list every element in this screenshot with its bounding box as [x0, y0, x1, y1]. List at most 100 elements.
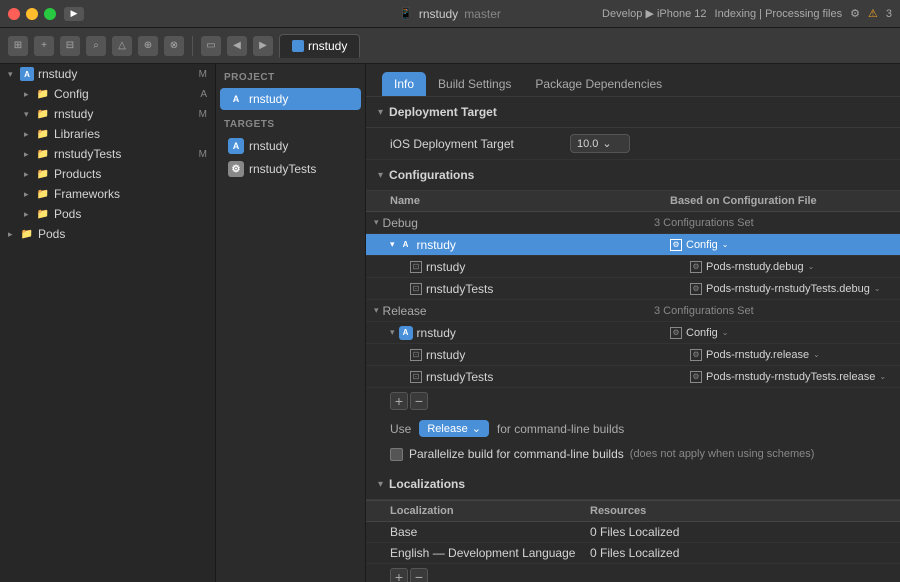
name-column-header: Name [390, 195, 670, 207]
based-on-column-header: Based on Configuration File [670, 195, 876, 207]
active-file-tab[interactable]: rnstudy [279, 34, 360, 58]
sidebar-item-products[interactable]: ▸ 📁 Products [0, 164, 215, 184]
sidebar-item-pods-root[interactable]: ▸ 📁 Pods [0, 224, 215, 244]
nav-item-rnstudy-target[interactable]: A rnstudy [220, 135, 361, 157]
remove-localization-button[interactable]: − [410, 568, 428, 582]
folder-icon: 📁 [36, 167, 50, 181]
project-navigator: PROJECT A rnstudy TARGETS A rnstudy ⚙ rn… [216, 64, 366, 582]
ios-version-dropdown[interactable]: 10.0 ⌄ [570, 134, 630, 153]
deployment-section-title: Deployment Target [389, 105, 497, 119]
config-row-release-rnstudytests-file: ⊡ rnstudyTests ⚙ Pods-rnstudy-rnstudyTes… [366, 366, 900, 388]
folder-icon: 📁 [20, 227, 34, 241]
file-tab-icon [292, 40, 304, 52]
sidebar-item-frameworks[interactable]: ▸ 📁 Frameworks [0, 184, 215, 204]
sidebar-item-libraries[interactable]: ▸ 📁 Libraries [0, 124, 215, 144]
section-chevron-icon: ▾ [378, 170, 383, 181]
file-icon: ⊡ [410, 371, 422, 383]
chevron-down-icon: ⌄ [722, 240, 729, 249]
project-icon: A [20, 67, 34, 81]
minimize-button[interactable] [26, 8, 38, 20]
remove-configuration-button[interactable]: − [410, 392, 428, 410]
config-file-icon: ⚙ [670, 327, 682, 339]
config-row-debug-section: ▾ Debug 3 Configurations Set [366, 212, 900, 234]
chevron-down-icon: ▾ [8, 69, 20, 80]
sidebar-item-pods-nested[interactable]: ▸ 📁 Pods [0, 204, 215, 224]
ios-deployment-target-row: iOS Deployment Target 10.0 ⌄ [366, 128, 900, 160]
config-file-icon: ⚙ [690, 261, 702, 273]
hierarchy-icon[interactable]: ⊕ [138, 36, 158, 56]
config-row-release-rnstudy-file: ⊡ rnstudy ⚙ Pods-rnstudy.release ⌄ [366, 344, 900, 366]
chevron-down-icon: ⌄ [472, 422, 481, 435]
close-button[interactable] [8, 8, 20, 20]
tab-build-settings[interactable]: Build Settings [426, 72, 523, 96]
sidebar-item-rnstudy[interactable]: ▾ 📁 rnstudy M [0, 104, 215, 124]
add-configuration-button[interactable]: + [390, 392, 408, 410]
config-file-icon: ⚙ [690, 371, 702, 383]
sidebar-item-rnstudy-root[interactable]: ▾ A rnstudy M [0, 64, 215, 84]
rect-icon[interactable]: ▭ [201, 36, 221, 56]
localizations-header[interactable]: ▾ Localizations [366, 469, 900, 500]
chevron-right-icon: ▸ [24, 149, 36, 160]
file-icon: ⊡ [410, 283, 422, 295]
chevron-down-icon: ⌄ [602, 137, 611, 150]
tab-info[interactable]: Info [382, 72, 426, 96]
section-chevron-icon: ▾ [378, 479, 383, 490]
chevron-down-icon: ▾ [24, 109, 36, 120]
main-layout: ▾ A rnstudy M ▸ 📁 Config A ▾ 📁 rnstudy M… [0, 64, 900, 582]
search-icon[interactable]: ⌕ [86, 36, 106, 56]
chevron-down-icon: ⌄ [808, 262, 815, 271]
chevron-down-icon: ⌄ [813, 350, 820, 359]
folder-icon: 📁 [36, 187, 50, 201]
nav-item-project[interactable]: A rnstudy [220, 88, 361, 110]
warning-count: 3 [886, 8, 892, 20]
configurations-header[interactable]: ▾ Configurations [366, 160, 900, 191]
config-table-header: Name Based on Configuration File [366, 191, 900, 212]
scheme-label: Develop ▶ iPhone 12 [602, 7, 706, 20]
active-tab-label: rnstudy [308, 39, 347, 53]
parallelize-row: Parallelize build for command-line build… [366, 443, 900, 465]
config-row-release-rnstudy[interactable]: ▾ A rnstudy ⚙ Config ⌄ [366, 322, 900, 344]
filter-icon[interactable]: ⊟ [60, 36, 80, 56]
test-target-icon: ⚙ [228, 161, 244, 177]
warning-filter-icon[interactable]: △ [112, 36, 132, 56]
chevron-right-icon: ▸ [24, 169, 36, 180]
warning-icon: ⚠ [868, 7, 878, 20]
back-icon[interactable]: ◀ [227, 36, 247, 56]
fullscreen-button[interactable] [44, 8, 56, 20]
sidebar-item-rnstudytests[interactable]: ▸ 📁 rnstudyTests M [0, 144, 215, 164]
app-target-icon: A [228, 138, 244, 154]
config-row-debug-rnstudy[interactable]: ▾ A rnstudy ⚙ Config ⌄ [366, 234, 900, 256]
chevron-right-icon: ▸ [8, 229, 20, 240]
nav-item-rnstudytests-target[interactable]: ⚙ rnstudyTests [220, 158, 361, 180]
tab-package-dependencies[interactable]: Package Dependencies [523, 72, 674, 96]
settings-content: ▾ Deployment Target iOS Deployment Targe… [366, 97, 900, 582]
folder-icon: 📁 [36, 127, 50, 141]
chevron-right-icon: ▸ [24, 129, 36, 140]
chevron-down-icon: ⌄ [879, 372, 886, 381]
plus-icon[interactable]: + [34, 36, 54, 56]
titlebar-center: 📱 rnstudy master [399, 7, 501, 21]
grid-icon[interactable]: ⊞ [8, 36, 28, 56]
sidebar-item-config[interactable]: ▸ 📁 Config A [0, 84, 215, 104]
config-file-icon: ⚙ [670, 239, 682, 251]
play-button[interactable]: ▶ [64, 7, 84, 21]
config-file-icon: ⚙ [690, 349, 702, 361]
app-target-icon: A [399, 238, 413, 252]
chevron-right-icon: ▸ [24, 189, 36, 200]
config-file-icon: ⚙ [690, 283, 702, 295]
chevron-down-icon: ▾ [374, 217, 379, 228]
config-row-debug-rnstudytests-file: ⊡ rnstudyTests ⚙ Pods-rnstudy-rnstudyTes… [366, 278, 900, 300]
forward-icon[interactable]: ▶ [253, 36, 273, 56]
loc-add-remove-row: + − [366, 564, 900, 582]
folder-icon: 📁 [36, 107, 50, 121]
file-icon: ⊡ [410, 349, 422, 361]
lock-icon[interactable]: ⊗ [164, 36, 184, 56]
chevron-down-icon: ▾ [374, 305, 379, 316]
deployment-target-header[interactable]: ▾ Deployment Target [366, 97, 900, 128]
use-label: Use [390, 422, 411, 436]
parallelize-sublabel: (does not apply when using schemes) [630, 448, 815, 460]
parallelize-checkbox[interactable] [390, 448, 403, 461]
add-localization-button[interactable]: + [390, 568, 408, 582]
use-dropdown[interactable]: Release ⌄ [419, 420, 489, 437]
folder-icon: 📁 [36, 87, 50, 101]
